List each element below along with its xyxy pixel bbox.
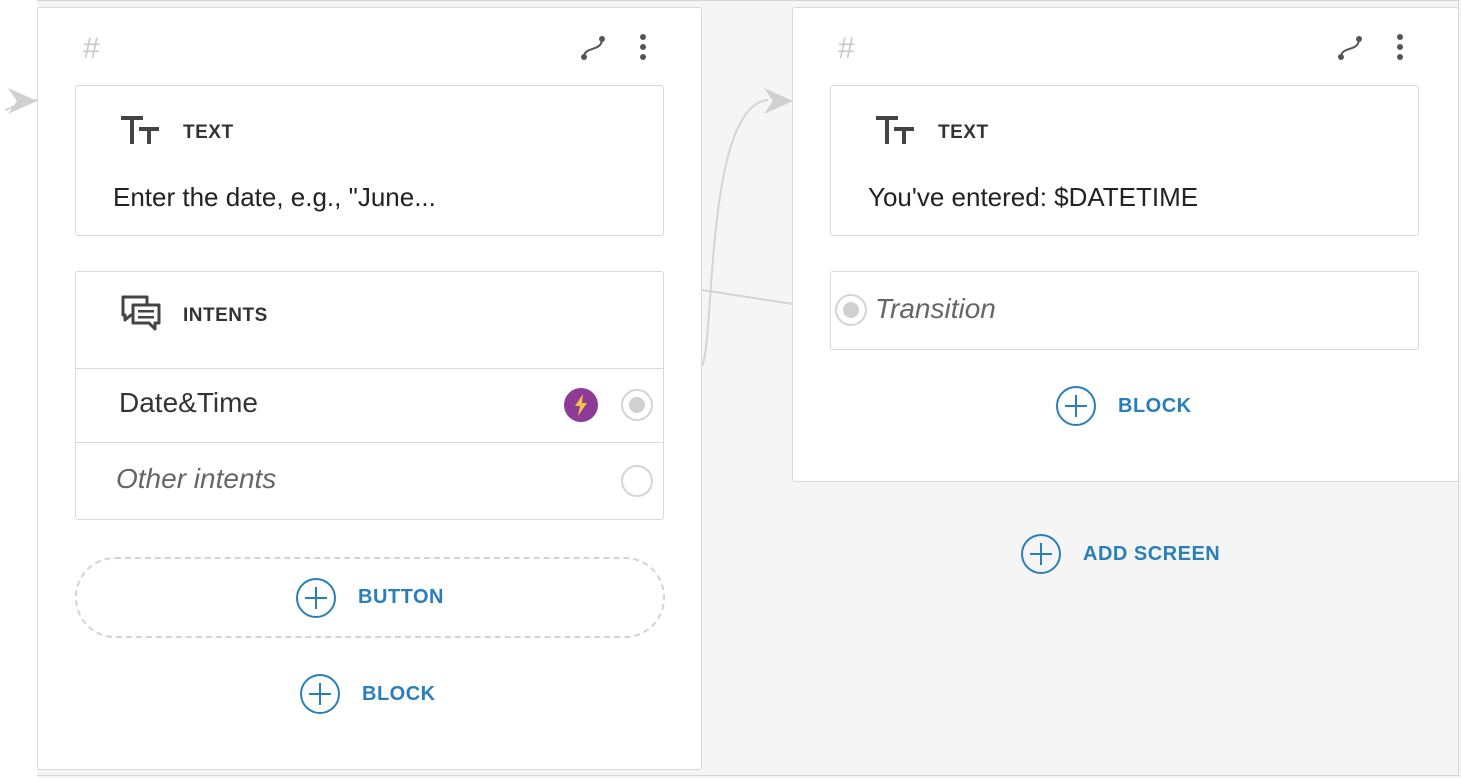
intents-block-title: INTENTS	[183, 305, 268, 326]
plus-circle-icon	[1056, 386, 1096, 426]
add-screen-label: ADD SCREEN	[1083, 542, 1221, 565]
plus-circle-icon	[296, 577, 337, 618]
screen-hash: #	[83, 32, 100, 65]
plus-circle-icon	[1021, 534, 1061, 574]
text-block[interactable]: TEXT You've entered: $DATETIME	[830, 85, 1419, 236]
transition-block[interactable]: Transition	[830, 271, 1419, 350]
add-button-label: BUTTON	[358, 586, 444, 608]
text-format-icon	[876, 116, 914, 144]
connection-dot-empty[interactable]	[621, 465, 653, 497]
text-block[interactable]: TEXT Enter the date, e.g., "June...	[75, 85, 664, 236]
more-menu-icon[interactable]	[1394, 32, 1406, 62]
text-block-body: Enter the date, e.g., "June...	[113, 182, 436, 212]
add-block-button[interactable]: BLOCK	[300, 674, 436, 714]
screen-hash: #	[838, 32, 855, 65]
add-block-button[interactable]: BLOCK	[1056, 386, 1192, 426]
route-icon[interactable]	[1337, 34, 1363, 62]
route-icon[interactable]	[580, 34, 606, 62]
text-block-header	[876, 111, 916, 151]
screen-card-2[interactable]: # TEXT You've entered: $DATETIME Transit…	[792, 7, 1459, 482]
date-time-arrowhead	[764, 88, 793, 114]
text-block-title: TEXT	[183, 122, 234, 143]
transition-connector	[701, 289, 794, 305]
text-block-title: TEXT	[938, 122, 989, 143]
bolt-icon	[564, 388, 598, 422]
more-menu-icon[interactable]	[637, 32, 649, 62]
intent-label-other: Other intents	[116, 463, 277, 494]
add-block-label: BLOCK	[1118, 394, 1192, 417]
plus-circle-icon	[300, 674, 340, 714]
add-button-slot[interactable]: BUTTON	[75, 557, 665, 638]
add-screen-button[interactable]: ADD SCREEN	[1021, 534, 1220, 574]
screen-card-1[interactable]: # TEXT Enter the date, e.g., "June... IN…	[37, 7, 702, 770]
intent-label: Date&Time	[119, 387, 259, 418]
text-block-body: You've entered: $DATETIME	[868, 182, 1199, 212]
chat-bubbles-icon	[121, 295, 161, 331]
intent-row-date-time[interactable]: Date&Time	[76, 368, 663, 442]
add-button-control[interactable]: BUTTON	[296, 577, 444, 618]
intents-block[interactable]: INTENTS Date&Time Other intents	[75, 271, 664, 520]
add-block-label: BLOCK	[362, 682, 436, 705]
intents-block-header	[121, 294, 161, 334]
date-time-connector	[701, 99, 769, 367]
incoming-arrowhead	[8, 88, 37, 114]
connection-dot[interactable]	[835, 294, 867, 326]
text-format-icon	[121, 116, 159, 144]
transition-label: Transition	[875, 293, 996, 324]
text-block-header	[121, 111, 161, 151]
connection-dot[interactable]	[621, 389, 653, 421]
intent-row-other[interactable]: Other intents	[76, 442, 663, 520]
